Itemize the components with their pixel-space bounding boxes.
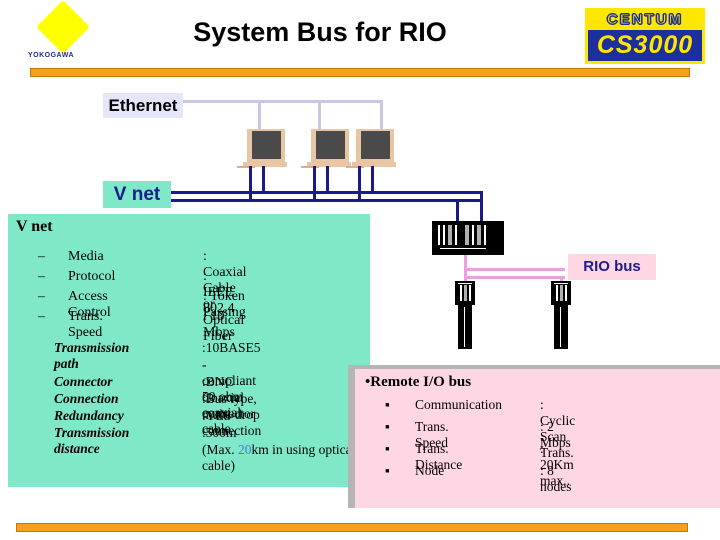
yokogawa-diamond-icon: [36, 0, 90, 54]
detail-key: Redundancy: [54, 408, 124, 423]
detail-value: :YES: [202, 408, 232, 423]
node-top-line: [554, 283, 568, 284]
vnet-item-key: Media: [68, 249, 104, 264]
ethernet-drop-line-2: [318, 100, 321, 131]
vnet-drop-2a: [313, 166, 316, 200]
dash-bullet-icon: –: [38, 309, 45, 324]
slide-canvas: YOKOGAWA System Bus for RIO CENTUM CS300…: [0, 0, 720, 540]
dash-bullet-icon: –: [38, 249, 45, 264]
centum-cs3000-logo: CENTUM CS3000: [585, 8, 705, 64]
detail-value: :10BASE5: [202, 340, 261, 355]
vnet-drop-1a: [249, 166, 252, 200]
vnet-drop-fcs-link: [456, 199, 483, 202]
dash-bullet-icon: –: [38, 289, 45, 304]
vnet-drop-3b: [371, 166, 374, 193]
ethernet-label: Ethernet: [103, 93, 183, 118]
rio-spec-panel: •Remote I/O bus ▪ Communication : Cyclic…: [355, 369, 720, 508]
detail-key: Transmission distance: [54, 425, 130, 456]
node-slot: [560, 285, 563, 301]
page-title: System Bus for RIO: [193, 17, 447, 47]
node-unit-2-body: [554, 305, 568, 349]
node-slot: [556, 285, 558, 301]
node-body-stripe: [464, 307, 465, 347]
detail-key: Connection: [54, 391, 119, 406]
ethernet-drop-line-3: [380, 100, 383, 131]
ethernet-trunk-line: [183, 100, 383, 103]
ethernet-drop-line-1: [258, 100, 261, 131]
node-unit-2-head: [551, 281, 571, 305]
centum-wordmark: CENTUM: [606, 11, 684, 29]
node-unit-1-head: [455, 281, 475, 305]
fcs-slot-4: [455, 225, 457, 245]
vnet-item-value: : 10 Mbps: [203, 309, 235, 340]
node-top-line: [458, 283, 472, 284]
dash-bullet-icon: –: [38, 269, 45, 284]
fcs-slot-2: [443, 225, 445, 245]
square-bullet-icon: ▪: [385, 419, 390, 434]
node-slot: [460, 285, 462, 301]
vnet-label: V net: [103, 181, 171, 208]
vnet-drop-fcs-a: [480, 191, 483, 221]
rio-item-key: Node: [415, 463, 445, 478]
fcs-slot-7: [477, 225, 481, 245]
monitor-keyboard: [301, 166, 319, 168]
detail-value: :500m: [202, 425, 237, 440]
node-slot: [565, 285, 567, 301]
note-prefix: (Max.: [202, 442, 238, 457]
vnet-detail-note: (Max. 20km in using optical cable): [202, 442, 370, 473]
vnet-drop-3a: [358, 166, 361, 200]
his-station-3: [346, 129, 396, 171]
fcs-slot-8: [484, 225, 486, 245]
rio-trunk-line-b: [464, 276, 565, 279]
detail-key: Transmission path: [54, 340, 130, 371]
monitor-screen: [361, 131, 390, 159]
monitor-keyboard: [346, 166, 364, 168]
fcs-slot-3: [448, 225, 452, 245]
square-bullet-icon: ▪: [385, 441, 390, 456]
rio-bus-label: RIO bus: [568, 254, 656, 280]
monitor-screen: [316, 131, 345, 159]
cs3000-wordmark: CS3000: [588, 30, 702, 61]
detail-key: Connector: [54, 374, 113, 389]
note-distance-km: 20: [238, 442, 252, 457]
monitor-screen: [252, 131, 281, 159]
rio-item-key: Communication: [415, 397, 502, 412]
vnet-spec-panel: V net – Media : Coaxial Cable or Optical…: [8, 214, 370, 487]
his-station-2: [301, 129, 351, 171]
fcs-unit: [432, 221, 504, 255]
fcs-slot-1: [438, 225, 440, 245]
vnet-drop-1b: [262, 166, 265, 193]
rio-trunk-line-a: [464, 268, 565, 271]
yokogawa-logo: YOKOGAWA: [28, 0, 108, 62]
vnet-spec-heading: V net: [16, 218, 53, 235]
monitor-keyboard: [237, 166, 255, 168]
square-bullet-icon: ▪: [385, 463, 390, 478]
square-bullet-icon: ▪: [385, 397, 390, 412]
node-body-stripe: [560, 307, 561, 347]
vnet-drop-2b: [326, 166, 329, 193]
rio-item-value: : 8 nodes: [540, 463, 572, 494]
node-slot: [469, 285, 471, 301]
rio-spec-heading: •Remote I/O bus: [365, 374, 471, 391]
yokogawa-wordmark: YOKOGAWA: [28, 52, 75, 59]
footer-accent-bar: [16, 523, 688, 532]
fcs-slot-6: [472, 225, 474, 245]
vnet-item-key: Protocol: [68, 269, 116, 284]
header-accent-bar: [30, 68, 690, 77]
node-unit-1-body: [458, 305, 472, 349]
node-slot: [464, 285, 467, 301]
rio-heading-text: Remote I/O bus: [370, 374, 472, 390]
fcs-base-line: [440, 248, 486, 249]
vnet-item-key: Trans. Speed: [68, 309, 103, 340]
vnet-drop-fcs-b: [456, 199, 459, 221]
vnet-trunk-line-b: [171, 199, 483, 202]
his-station-1: [237, 129, 287, 171]
fcs-slot-5: [465, 225, 469, 245]
